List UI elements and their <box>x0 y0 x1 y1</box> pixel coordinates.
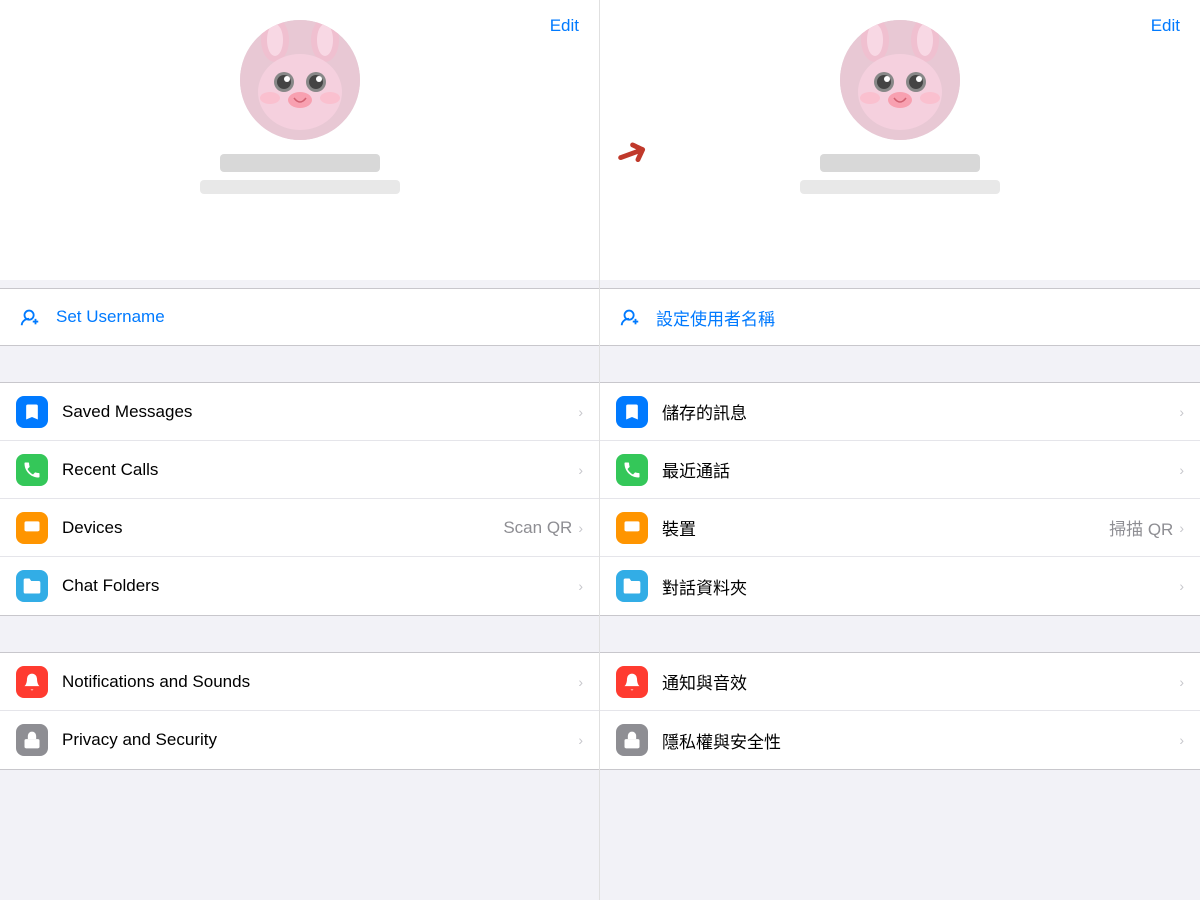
right-menu-group-1: 儲存的訊息 › 最近通話 › 裝置 掃描 QR › 對話資料夾 › <box>600 382 1200 616</box>
right-notifications-icon <box>616 666 648 698</box>
left-recent-calls-item[interactable]: Recent Calls › <box>0 441 599 499</box>
left-set-username-row[interactable]: Set Username <box>0 288 599 346</box>
right-saved-messages-item[interactable]: 儲存的訊息 › <box>600 383 1200 441</box>
left-recent-calls-label: Recent Calls <box>62 460 578 480</box>
left-saved-messages-item[interactable]: Saved Messages › <box>0 383 599 441</box>
left-privacy-item[interactable]: Privacy and Security › <box>0 711 599 769</box>
left-panel: Edit <box>0 0 600 900</box>
left-devices-secondary: Scan QR <box>503 518 572 538</box>
left-privacy-chevron: › <box>578 732 583 748</box>
right-privacy-icon <box>616 724 648 756</box>
right-recent-calls-item[interactable]: 最近通話 › <box>600 441 1200 499</box>
left-menu-group-2: Notifications and Sounds › Privacy and S… <box>0 652 599 770</box>
left-notifications-item[interactable]: Notifications and Sounds › <box>0 653 599 711</box>
right-divider-1 <box>600 346 1200 382</box>
right-saved-messages-label: 儲存的訊息 <box>662 399 1179 424</box>
right-username-label: 設定使用者名稱 <box>656 305 775 330</box>
right-saved-messages-icon <box>616 396 648 428</box>
left-avatar[interactable] <box>240 20 360 140</box>
left-name-placeholder <box>220 154 380 172</box>
right-recent-calls-chevron: › <box>1179 462 1184 478</box>
right-privacy-label: 隱私權與安全性 <box>662 728 1179 753</box>
right-notifications-item[interactable]: 通知與音效 › <box>600 653 1200 711</box>
right-chat-folders-chevron: › <box>1179 578 1184 594</box>
right-devices-label: 裝置 <box>662 515 1109 540</box>
left-chat-folders-icon <box>16 570 48 602</box>
right-edit-button[interactable]: Edit <box>1151 16 1180 36</box>
right-set-username-row[interactable]: 設定使用者名稱 <box>600 288 1200 346</box>
right-divider-2 <box>600 616 1200 652</box>
right-privacy-item[interactable]: 隱私權與安全性 › <box>600 711 1200 769</box>
left-saved-messages-label: Saved Messages <box>62 402 578 422</box>
left-notifications-chevron: › <box>578 674 583 690</box>
left-divider-1 <box>0 346 599 382</box>
left-saved-messages-chevron: › <box>578 404 583 420</box>
left-username-label: Set Username <box>56 307 165 327</box>
left-recent-calls-chevron: › <box>578 462 583 478</box>
left-chat-folders-item[interactable]: Chat Folders › <box>0 557 599 615</box>
left-recent-calls-icon <box>16 454 48 486</box>
left-phone-placeholder <box>200 180 400 194</box>
left-devices-icon <box>16 512 48 544</box>
left-username-icon <box>16 303 44 331</box>
right-chat-folders-icon <box>616 570 648 602</box>
right-privacy-chevron: › <box>1179 732 1184 748</box>
left-divider-2 <box>0 616 599 652</box>
left-menu-group-1: Saved Messages › Recent Calls › Devices … <box>0 382 599 616</box>
right-chat-folders-item[interactable]: 對話資料夾 › <box>600 557 1200 615</box>
right-panel: Edit <box>600 0 1200 900</box>
right-chat-folders-label: 對話資料夾 <box>662 574 1179 599</box>
right-recent-calls-label: 最近通話 <box>662 457 1179 482</box>
right-recent-calls-icon <box>616 454 648 486</box>
right-username-icon <box>616 303 644 331</box>
right-devices-chevron: › <box>1179 520 1184 536</box>
right-name-placeholder <box>820 154 980 172</box>
left-devices-label: Devices <box>62 518 503 538</box>
left-edit-button[interactable]: Edit <box>550 16 579 36</box>
right-devices-icon <box>616 512 648 544</box>
left-devices-item[interactable]: Devices Scan QR › <box>0 499 599 557</box>
left-chat-folders-chevron: › <box>578 578 583 594</box>
left-privacy-label: Privacy and Security <box>62 730 578 750</box>
left-saved-messages-icon <box>16 396 48 428</box>
right-phone-placeholder <box>800 180 1000 194</box>
left-profile-section: Edit <box>0 0 599 280</box>
right-avatar[interactable] <box>840 20 960 140</box>
right-saved-messages-chevron: › <box>1179 404 1184 420</box>
right-menu-group-2: 通知與音效 › 隱私權與安全性 › <box>600 652 1200 770</box>
right-devices-secondary: 掃描 QR <box>1109 515 1173 540</box>
left-chat-folders-label: Chat Folders <box>62 576 578 596</box>
left-devices-chevron: › <box>578 520 583 536</box>
left-notifications-icon <box>16 666 48 698</box>
right-notifications-chevron: › <box>1179 674 1184 690</box>
left-privacy-icon <box>16 724 48 756</box>
right-profile-section: Edit <box>600 0 1200 280</box>
left-notifications-label: Notifications and Sounds <box>62 672 578 692</box>
right-devices-item[interactable]: 裝置 掃描 QR › <box>600 499 1200 557</box>
right-notifications-label: 通知與音效 <box>662 669 1179 694</box>
